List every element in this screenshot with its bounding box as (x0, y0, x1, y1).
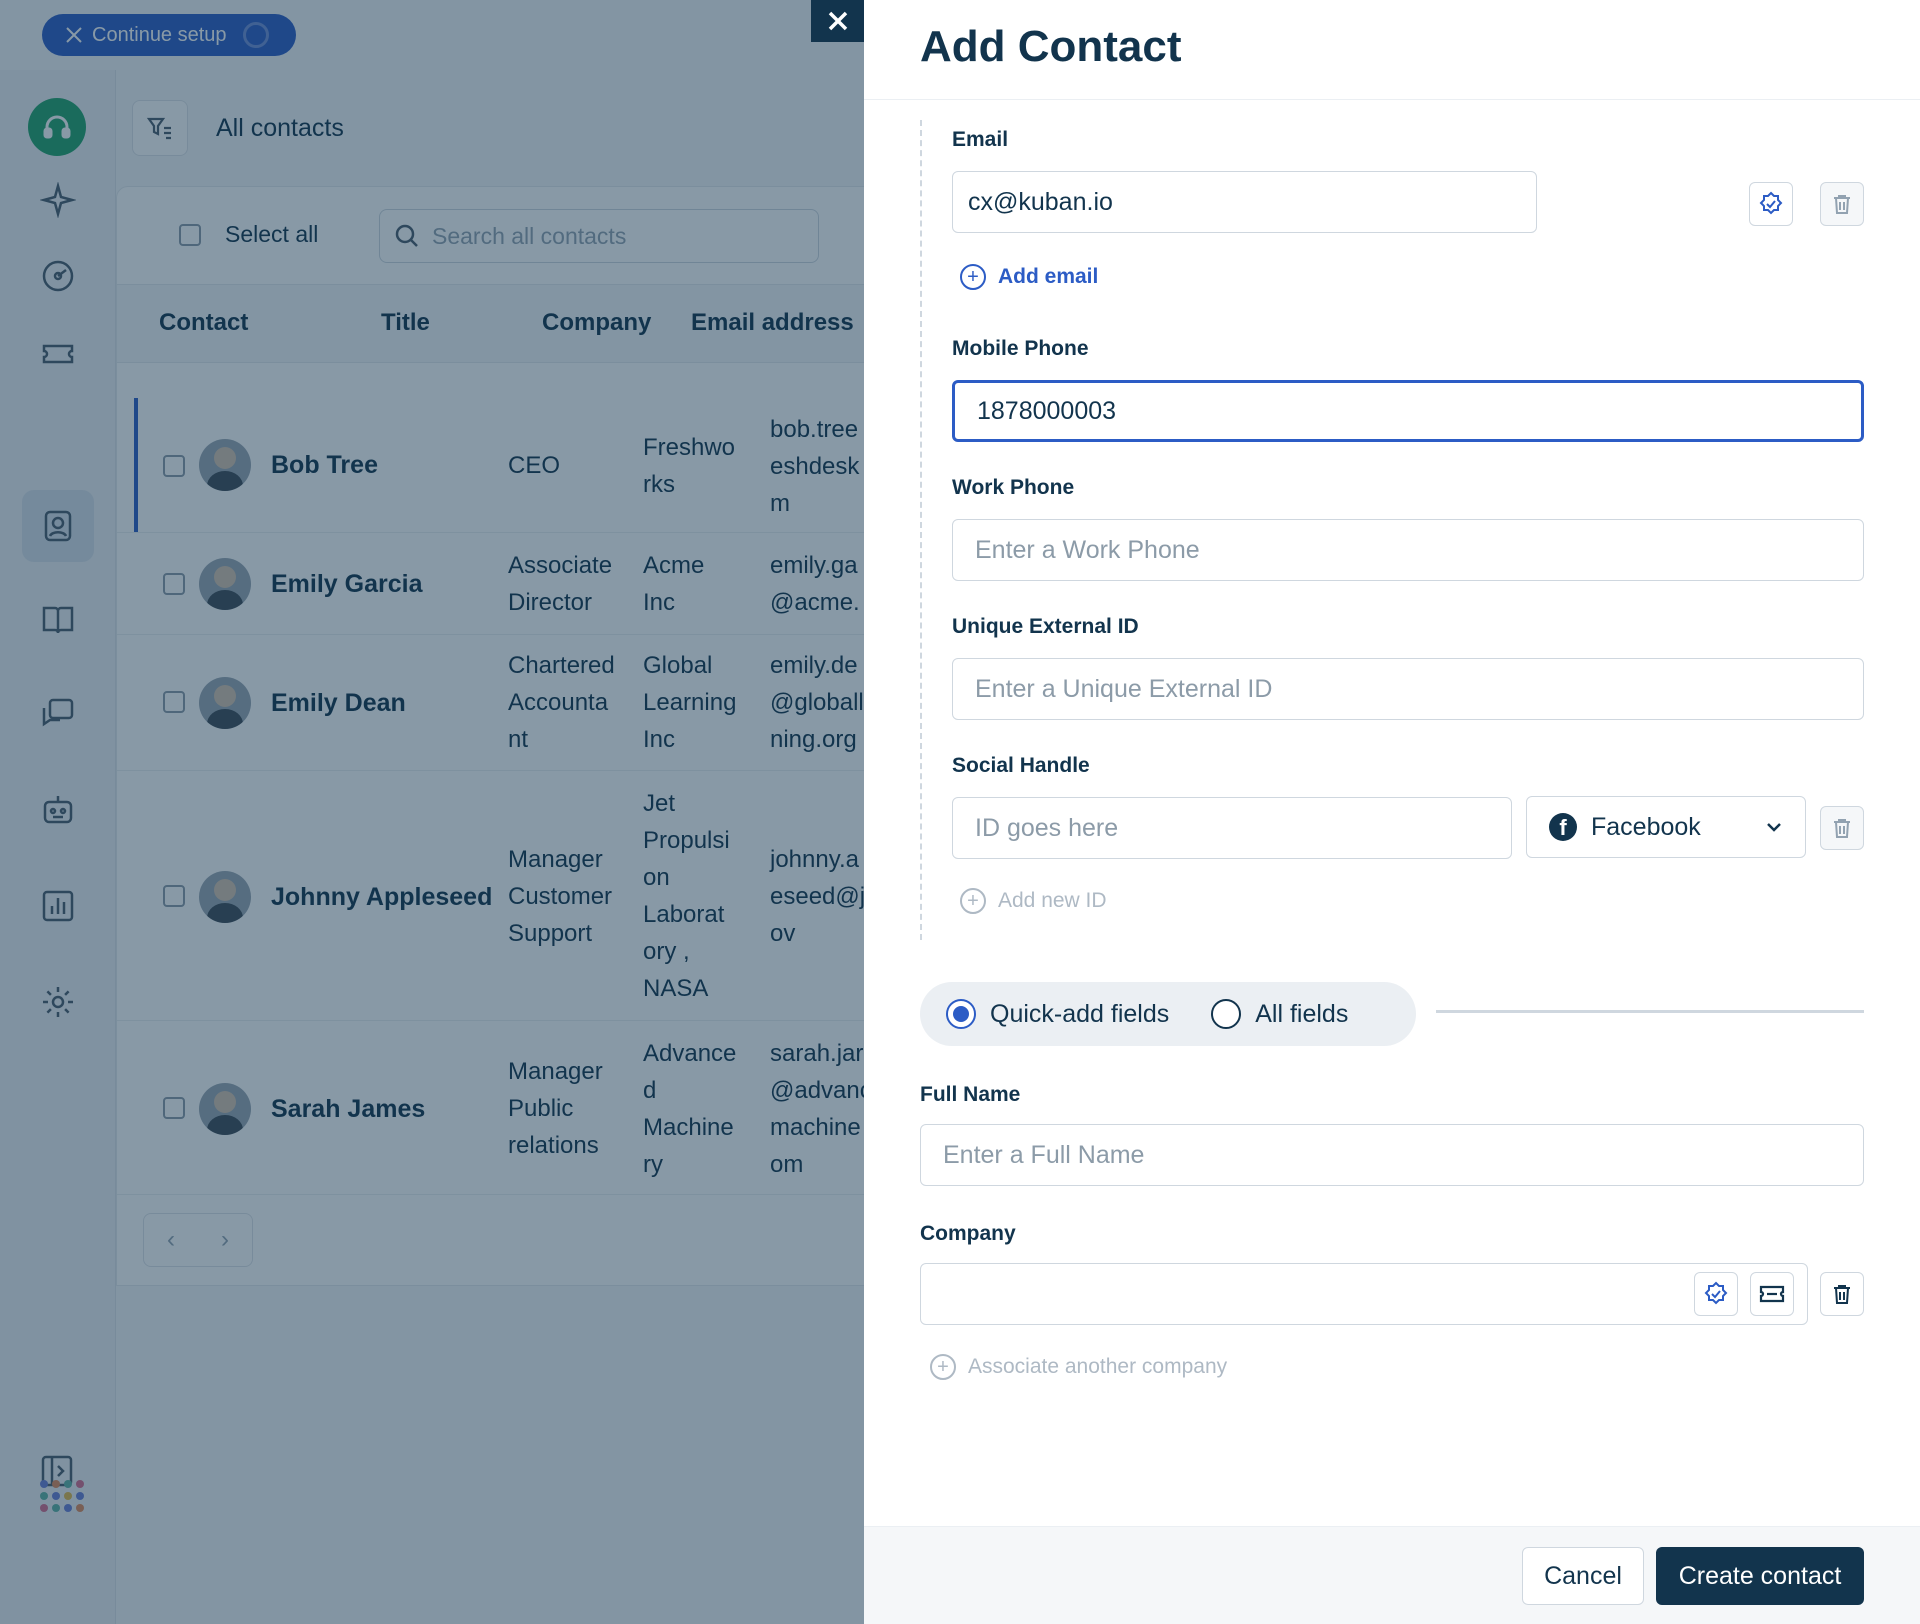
quick-add-radio[interactable] (946, 999, 976, 1029)
trash-icon (1834, 819, 1850, 838)
work-phone-field[interactable] (952, 519, 1864, 581)
verify-email-button[interactable] (1749, 182, 1793, 226)
delete-social-button[interactable] (1820, 806, 1864, 850)
full-name-field[interactable] (920, 1124, 1864, 1186)
drawer-footer: Cancel Create contact (864, 1526, 1920, 1624)
all-fields-label: All fields (1255, 999, 1349, 1028)
quick-add-option[interactable]: Quick-add fields (946, 999, 1169, 1029)
social-platform-value: Facebook (1591, 812, 1701, 841)
add-email-link[interactable]: + Add email (960, 264, 1098, 290)
social-handle-label: Social Handle (952, 754, 1090, 777)
social-platform-select[interactable]: f Facebook (1526, 796, 1806, 858)
verify-icon (1704, 1281, 1728, 1305)
chevron-down-icon (1767, 823, 1781, 832)
facebook-icon: f (1549, 813, 1577, 841)
email-field[interactable] (952, 171, 1537, 233)
section-divider (1436, 1010, 1864, 1013)
all-fields-radio[interactable] (1211, 999, 1242, 1029)
work-phone-label: Work Phone (952, 476, 1075, 499)
verify-icon (1759, 191, 1783, 215)
field-mode-toggle: Quick-add fields All fields (920, 982, 1416, 1046)
delete-email-button[interactable] (1820, 182, 1864, 226)
plus-circle-icon: + (930, 1354, 956, 1380)
trash-icon (1834, 1285, 1850, 1304)
delete-company-button[interactable] (1820, 1272, 1864, 1316)
add-contact-drawer: Add Contact Email + Add email Mobile Pho… (864, 0, 1920, 1624)
ticket-icon (1759, 1285, 1785, 1303)
drawer-title: Add Contact (920, 22, 1182, 71)
quick-add-label: Quick-add fields (990, 999, 1170, 1028)
mobile-phone-label: Mobile Phone (952, 337, 1089, 360)
drawer-header: Add Contact (864, 0, 1920, 100)
social-handle-field[interactable] (952, 797, 1512, 859)
verify-company-button[interactable] (1694, 1272, 1738, 1316)
company-label: Company (920, 1222, 1016, 1245)
external-id-label: Unique External ID (952, 615, 1139, 638)
mobile-phone-field[interactable] (952, 380, 1864, 442)
external-id-field[interactable] (952, 658, 1864, 720)
all-fields-option[interactable]: All fields (1211, 999, 1348, 1029)
add-new-id-label: Add new ID (998, 889, 1107, 912)
trash-icon (1834, 195, 1850, 214)
close-icon (828, 11, 847, 31)
create-contact-button[interactable]: Create contact (1656, 1547, 1864, 1605)
modal-overlay[interactable] (0, 0, 864, 1624)
associate-company-link[interactable]: + Associate another company (930, 1354, 1227, 1380)
email-label: Email (952, 128, 1009, 151)
company-ticket-button[interactable] (1750, 1272, 1794, 1316)
field-group-line (920, 120, 922, 940)
plus-circle-icon: + (960, 264, 986, 290)
associate-company-label: Associate another company (968, 1355, 1228, 1378)
cancel-button[interactable]: Cancel (1522, 1547, 1644, 1605)
add-new-id-link[interactable]: + Add new ID (960, 888, 1107, 914)
add-email-label: Add email (998, 265, 1099, 288)
company-field[interactable] (920, 1263, 1808, 1325)
plus-circle-icon: + (960, 888, 986, 914)
full-name-label: Full Name (920, 1083, 1021, 1106)
close-drawer-button[interactable] (811, 0, 864, 42)
